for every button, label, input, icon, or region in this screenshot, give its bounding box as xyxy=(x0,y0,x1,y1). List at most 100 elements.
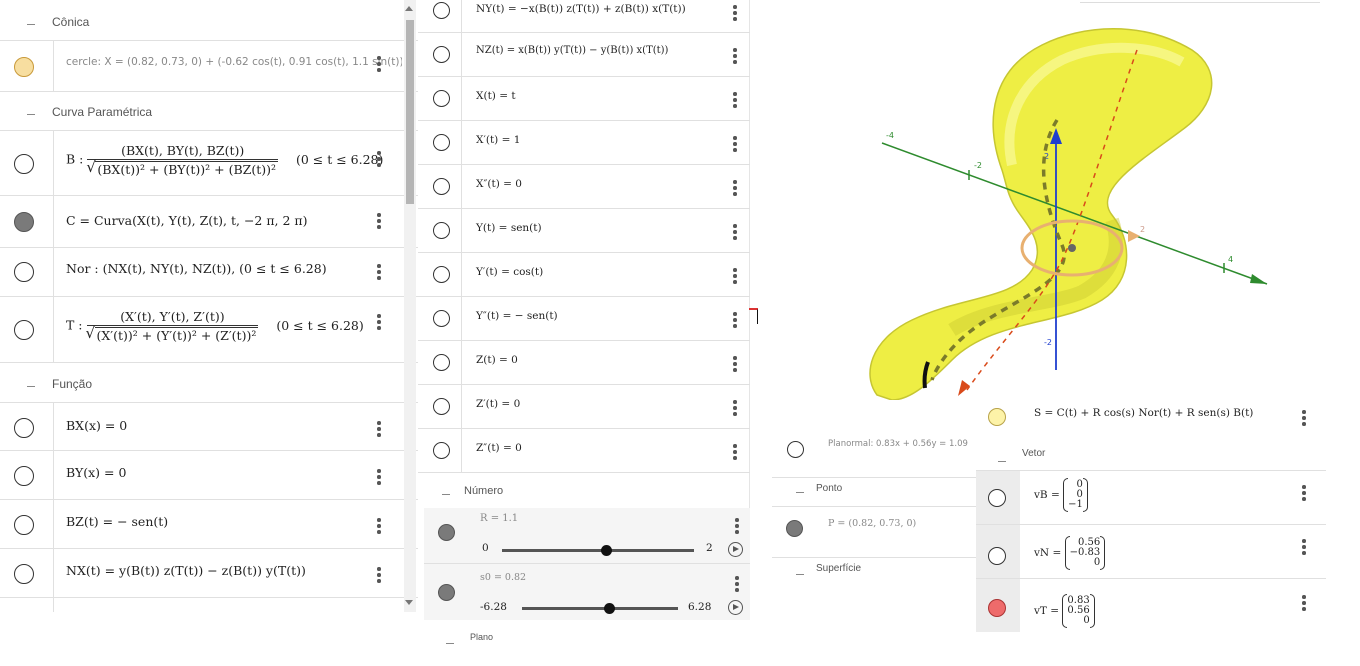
algebra-row-bz[interactable]: BZ(t) = − sen(t) xyxy=(0,500,418,549)
expr-p[interactable]: P = (0.82, 0.73, 0) xyxy=(828,518,916,529)
expr-planonormal[interactable]: Planormal: 0.83x + 0.56y = 1.09 xyxy=(828,439,968,449)
slider-track-r[interactable] xyxy=(502,549,694,552)
expr-t[interactable]: T : (X′(t), Y′(t), Z′(t)) (X′(t))² + (Y′… xyxy=(66,309,364,343)
more-options-icon[interactable] xyxy=(730,516,744,536)
scroll-down-arrow-icon[interactable] xyxy=(405,600,413,605)
middle-row-7[interactable]: Y″(t) = − sen(t) xyxy=(418,297,750,341)
slider-track-s0[interactable] xyxy=(522,607,678,610)
surface-tube[interactable] xyxy=(869,28,1213,400)
middle-row-5[interactable]: Y(t) = sen(t) xyxy=(418,209,750,253)
expr-bx[interactable]: BX(x) = 0 xyxy=(66,418,127,433)
visibility-toggle-nx[interactable] xyxy=(14,564,34,584)
collapse-conica-icon[interactable] xyxy=(25,18,37,30)
slider-row-s0[interactable]: s0 = 0.82 -6.28 6.28 xyxy=(424,564,750,620)
more-options-icon[interactable] xyxy=(372,149,386,169)
row-planonormal[interactable]: Planormal: 0.83x + 0.56y = 1.09 xyxy=(772,420,978,478)
expr-cercle[interactable]: cercle: X = (0.82, 0.73, 0) + (-0.62 cos… xyxy=(66,56,402,68)
middle-row-0[interactable]: NY(t) = −x(B(t)) z(T(t)) + z(B(t)) x(T(t… xyxy=(418,0,750,33)
group-header-conica[interactable]: Cônica xyxy=(52,15,89,29)
visibility-toggle[interactable] xyxy=(433,266,450,283)
more-options-icon[interactable] xyxy=(728,442,742,462)
visibility-toggle-ny[interactable] xyxy=(433,2,450,19)
group-header-vetor[interactable]: Vetor xyxy=(1022,448,1045,459)
more-options-icon[interactable] xyxy=(728,3,742,23)
visibility-toggle[interactable] xyxy=(433,310,450,327)
more-options-icon[interactable] xyxy=(728,398,742,418)
row-vn[interactable]: vN = 0.56 −0.83 0 xyxy=(976,524,1326,578)
expr-nx[interactable]: NX(t) = y(B(t)) z(T(t)) − z(B(t)) y(T(t)… xyxy=(66,563,306,578)
middle-row-8[interactable]: Z(t) = 0 xyxy=(418,341,750,385)
expr-vt[interactable]: vT = 0.83 0.56 0 xyxy=(1034,594,1095,628)
more-options-icon[interactable] xyxy=(728,178,742,198)
visibility-toggle[interactable] xyxy=(433,442,450,459)
visibility-toggle-vb[interactable] xyxy=(988,489,1006,507)
visibility-toggle-vt[interactable] xyxy=(988,599,1006,617)
middle-row-9[interactable]: Z′(t) = 0 xyxy=(418,385,750,429)
expr-middle[interactable]: Z″(t) = 0 xyxy=(476,442,522,454)
slider-knob-r[interactable] xyxy=(601,545,612,556)
visibility-toggle-bx[interactable] xyxy=(14,418,34,438)
more-options-icon[interactable] xyxy=(372,54,386,74)
expr-middle[interactable]: X′(t) = 1 xyxy=(476,134,520,146)
visibility-toggle-bz[interactable] xyxy=(14,515,34,535)
collapse-ponto-icon[interactable] xyxy=(794,486,806,498)
collapse-plano-icon[interactable] xyxy=(444,637,456,649)
expr-middle[interactable]: Z(t) = 0 xyxy=(476,354,518,366)
more-options-icon[interactable] xyxy=(728,222,742,242)
visibility-toggle[interactable] xyxy=(433,222,450,239)
visibility-toggle-nor[interactable] xyxy=(14,262,34,282)
expr-vb[interactable]: vB = 0 0 −1 xyxy=(1034,478,1088,512)
visibility-toggle-cercle[interactable] xyxy=(14,57,34,77)
collapse-curva-icon[interactable] xyxy=(25,108,37,120)
group-header-numero[interactable]: Número xyxy=(464,485,503,497)
algebra-row-bx[interactable]: BX(x) = 0 xyxy=(0,402,418,451)
expr-nor[interactable]: Nor : (NX(t), NY(t), NZ(t)), (0 ≤ t ≤ 6.… xyxy=(66,261,327,276)
expr-by[interactable]: BY(x) = 0 xyxy=(66,465,126,480)
play-animation-icon[interactable] xyxy=(728,600,743,615)
more-options-icon[interactable] xyxy=(372,419,386,439)
slider-row-r[interactable]: R = 1.1 0 2 xyxy=(424,508,750,564)
expr-nz[interactable]: NZ(t) = x(B(t)) y(T(t)) − y(B(t)) x(T(t)… xyxy=(476,45,668,56)
play-animation-icon[interactable] xyxy=(728,542,743,557)
more-options-icon[interactable] xyxy=(372,516,386,536)
algebra-row-c[interactable]: C = Curva(X(t), Y(t), Z(t), t, −2 π, 2 π… xyxy=(0,196,418,248)
visibility-toggle-s0[interactable] xyxy=(438,584,455,601)
more-options-icon[interactable] xyxy=(728,46,742,66)
visibility-toggle[interactable] xyxy=(433,90,450,107)
more-options-icon[interactable] xyxy=(372,262,386,282)
group-header-funcao[interactable]: Função xyxy=(52,377,92,391)
expr-ny[interactable]: NY(t) = −x(B(t)) z(T(t)) + z(B(t)) x(T(t… xyxy=(476,3,686,15)
group-header-curva[interactable]: Curva Paramétrica xyxy=(52,105,152,119)
algebra-row-by[interactable]: BY(x) = 0 xyxy=(0,451,418,500)
graphics-3d-canvas[interactable]: -4 -2 2 4 2 -2 xyxy=(762,0,1360,400)
scroll-up-arrow-icon[interactable] xyxy=(405,6,413,11)
more-options-icon[interactable] xyxy=(1297,408,1311,428)
collapse-superficie-icon[interactable] xyxy=(794,568,806,580)
algebra-row-nor[interactable]: Nor : (NX(t), NY(t), NZ(t)), (0 ≤ t ≤ 6.… xyxy=(0,248,418,297)
more-options-icon[interactable] xyxy=(372,467,386,487)
more-options-icon[interactable] xyxy=(728,134,742,154)
visibility-toggle-t[interactable] xyxy=(14,320,34,340)
expr-s[interactable]: S = C(t) + R cos(s) Nor(t) + R sen(s) B(… xyxy=(1034,407,1253,419)
visibility-toggle-b[interactable] xyxy=(14,154,34,174)
collapse-funcao-icon[interactable] xyxy=(25,380,37,392)
expr-c[interactable]: C = Curva(X(t), Y(t), Z(t), t, −2 π, 2 π… xyxy=(66,213,308,228)
visibility-toggle-p[interactable] xyxy=(786,520,803,537)
row-vt[interactable]: vT = 0.83 0.56 0 xyxy=(976,578,1326,631)
slider-knob-s0[interactable] xyxy=(604,603,615,614)
visibility-toggle[interactable] xyxy=(433,134,450,151)
point-p[interactable] xyxy=(1068,244,1076,252)
expr-middle[interactable]: Z′(t) = 0 xyxy=(476,398,520,410)
expr-vn[interactable]: vN = 0.56 −0.83 0 xyxy=(1034,536,1105,570)
group-header-superficie[interactable]: Superfície xyxy=(816,563,861,574)
expr-middle[interactable]: X″(t) = 0 xyxy=(476,178,522,190)
more-options-icon[interactable] xyxy=(372,211,386,231)
expr-middle[interactable]: Y′(t) = cos(t) xyxy=(476,266,543,278)
expr-b[interactable]: B : (BX(t), BY(t), BZ(t)) (BX(t))² + (BY… xyxy=(66,143,383,177)
middle-row-10[interactable]: Z″(t) = 0 xyxy=(418,429,750,473)
group-header-plano[interactable]: Plano xyxy=(470,632,493,642)
algebra-row-nx[interactable]: NX(t) = y(B(t)) z(T(t)) − z(B(t)) y(T(t)… xyxy=(0,549,418,598)
algebra-row-b[interactable]: B : (BX(t), BY(t), BZ(t)) (BX(t))² + (BY… xyxy=(0,130,418,196)
visibility-toggle-r[interactable] xyxy=(438,524,455,541)
row-s[interactable]: S = C(t) + R cos(s) Nor(t) + R sen(s) B(… xyxy=(976,396,1326,436)
